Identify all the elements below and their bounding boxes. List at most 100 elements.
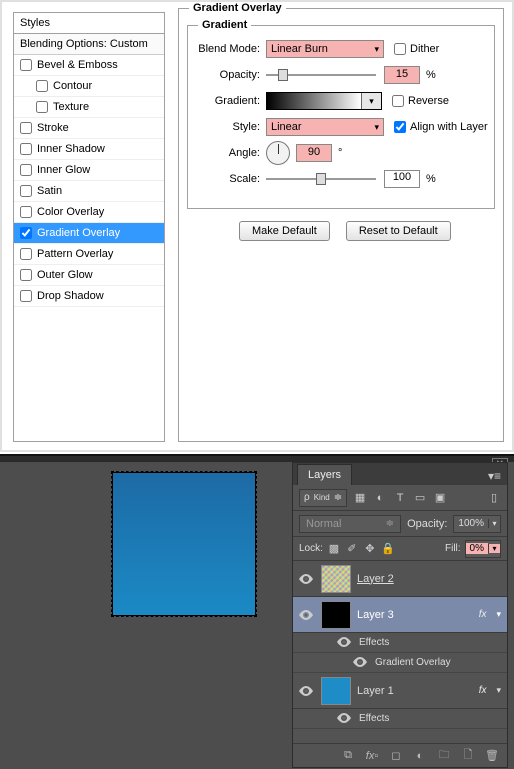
lock-position-icon[interactable]: ✥ [363, 542, 377, 556]
styles-header: Styles [14, 13, 164, 34]
eye-icon[interactable] [351, 657, 369, 668]
reverse-check-input[interactable] [392, 95, 404, 107]
dither-checkbox[interactable]: Dither [394, 43, 439, 55]
eye-icon[interactable] [297, 609, 315, 621]
chevron-down-icon[interactable]: ▾ [494, 685, 503, 696]
delete-icon[interactable]: 🗑 [485, 749, 499, 763]
fill-label: Fill: [445, 543, 461, 554]
effects-row[interactable]: Effects [293, 633, 507, 653]
document-canvas[interactable] [112, 472, 256, 616]
style-item-bevel-emboss[interactable]: Bevel & Emboss [14, 55, 164, 76]
gradient-overlay-group: Gradient Overlay Gradient Blend Mode: Li… [178, 8, 504, 442]
eye-icon[interactable] [335, 637, 353, 648]
style-checkbox[interactable] [20, 269, 32, 281]
style-item-texture[interactable]: Texture [14, 97, 164, 118]
filter-adjust-icon[interactable]: ◐ [373, 491, 387, 505]
layer-row[interactable]: Layer 2 [293, 561, 507, 597]
filter-shape-icon[interactable]: ▭ [413, 491, 427, 505]
effects-row[interactable]: Effects [293, 709, 507, 729]
layer-thumbnail[interactable] [321, 677, 351, 705]
chevron-down-icon: ▾ [374, 44, 379, 55]
style-checkbox[interactable] [20, 248, 32, 260]
blend-mode-select[interactable]: Linear Burn▾ [266, 40, 384, 58]
style-checkbox[interactable] [20, 290, 32, 302]
lock-transparent-icon[interactable]: ▩ [327, 542, 341, 556]
mask-icon[interactable]: ◻ [389, 749, 403, 763]
effect-gradient-overlay-row[interactable]: Gradient Overlay [293, 653, 507, 673]
align-check-input[interactable] [394, 121, 406, 133]
angle-dial[interactable] [266, 141, 290, 165]
angle-input[interactable]: 90 [296, 144, 332, 162]
style-checkbox[interactable] [20, 59, 32, 71]
chevron-down-icon[interactable]: ▾ [494, 609, 503, 620]
layer-thumbnail[interactable] [321, 601, 351, 629]
new-layer-icon[interactable]: 🗋 [461, 749, 475, 763]
style-item-inner-shadow[interactable]: Inner Shadow [14, 139, 164, 160]
eye-icon[interactable] [297, 685, 315, 697]
opacity-input[interactable]: 15 [384, 66, 420, 84]
style-item-label: Gradient Overlay [37, 227, 120, 239]
chevron-down-icon[interactable]: ▾ [361, 93, 381, 109]
filter-smart-icon[interactable]: ▣ [433, 491, 447, 505]
style-select[interactable]: Linear▾ [266, 118, 384, 136]
style-checkbox[interactable] [20, 227, 32, 239]
style-checkbox[interactable] [36, 101, 48, 113]
layer-opacity-input[interactable]: 100%▾ [453, 515, 501, 533]
blending-options-row[interactable]: Blending Options: Custom [14, 34, 164, 55]
eye-icon[interactable] [297, 573, 315, 585]
panel-menu-icon[interactable]: ▾≡ [482, 467, 507, 485]
layer-row[interactable]: Layer 1fx▾ [293, 673, 507, 709]
scale-slider[interactable] [266, 173, 376, 185]
style-checkbox[interactable] [20, 185, 32, 197]
fx-badge[interactable]: fx [479, 685, 489, 696]
style-checkbox[interactable] [36, 80, 48, 92]
style-item-satin[interactable]: Satin [14, 181, 164, 202]
dither-check-input[interactable] [394, 43, 406, 55]
filter-type-icon[interactable]: T [393, 491, 407, 505]
filter-pixel-icon[interactable]: ▦ [353, 491, 367, 505]
layer-row[interactable]: Layer 3fx▾ [293, 597, 507, 633]
adjustment-icon[interactable]: ◐ [413, 749, 427, 763]
reverse-checkbox[interactable]: Reverse [392, 95, 449, 107]
style-item-stroke[interactable]: Stroke [14, 118, 164, 139]
group-icon[interactable]: 🗀 [437, 749, 451, 763]
style-checkbox[interactable] [20, 122, 32, 134]
gradient-swatch[interactable]: ▾ [266, 92, 382, 110]
chevron-down-icon: ▾ [374, 122, 379, 133]
style-item-pattern-overlay[interactable]: Pattern Overlay [14, 244, 164, 265]
style-item-label: Stroke [37, 122, 69, 134]
style-checkbox[interactable] [20, 143, 32, 155]
filter-toggle-icon[interactable]: ▯ [487, 491, 501, 505]
lock-pixels-icon[interactable]: ✐ [345, 542, 359, 556]
style-label: Style: [194, 121, 266, 133]
make-default-button[interactable]: Make Default [239, 221, 330, 241]
style-item-contour[interactable]: Contour [14, 76, 164, 97]
layer-fill-input[interactable]: 0%▾ [465, 540, 501, 558]
style-item-color-overlay[interactable]: Color Overlay [14, 202, 164, 223]
lock-all-icon[interactable]: 🔒 [381, 542, 395, 556]
layer-name-label: Layer 2 [357, 573, 503, 585]
style-item-gradient-overlay[interactable]: Gradient Overlay [14, 223, 164, 244]
link-layers-icon[interactable]: ⧉ [341, 749, 355, 763]
blend-mode-layer-select[interactable]: Normal≑ [299, 515, 401, 533]
style-checkbox[interactable] [20, 164, 32, 176]
style-checkbox[interactable] [20, 206, 32, 218]
style-item-drop-shadow[interactable]: Drop Shadow [14, 286, 164, 307]
layer-thumbnail[interactable] [321, 565, 351, 593]
reset-default-button[interactable]: Reset to Default [346, 221, 451, 241]
eye-icon[interactable] [335, 713, 353, 724]
angle-label: Angle: [194, 147, 266, 159]
gradient-overlay-legend: Gradient Overlay [189, 2, 286, 14]
fx-badge[interactable]: fx [479, 609, 489, 620]
style-item-outer-glow[interactable]: Outer Glow [14, 265, 164, 286]
tab-layers[interactable]: Layers [297, 464, 352, 485]
kind-filter[interactable]: ρ Kind ≑ [299, 489, 347, 507]
align-checkbox[interactable]: Align with Layer [394, 121, 488, 133]
opacity-unit: % [426, 69, 436, 81]
gradient-inner-legend: Gradient [198, 19, 251, 31]
scale-input[interactable]: 100 [384, 170, 420, 188]
style-item-label: Pattern Overlay [37, 248, 113, 260]
style-item-inner-glow[interactable]: Inner Glow [14, 160, 164, 181]
fx-icon[interactable]: fx▫ [365, 749, 379, 763]
opacity-slider[interactable] [266, 69, 376, 81]
